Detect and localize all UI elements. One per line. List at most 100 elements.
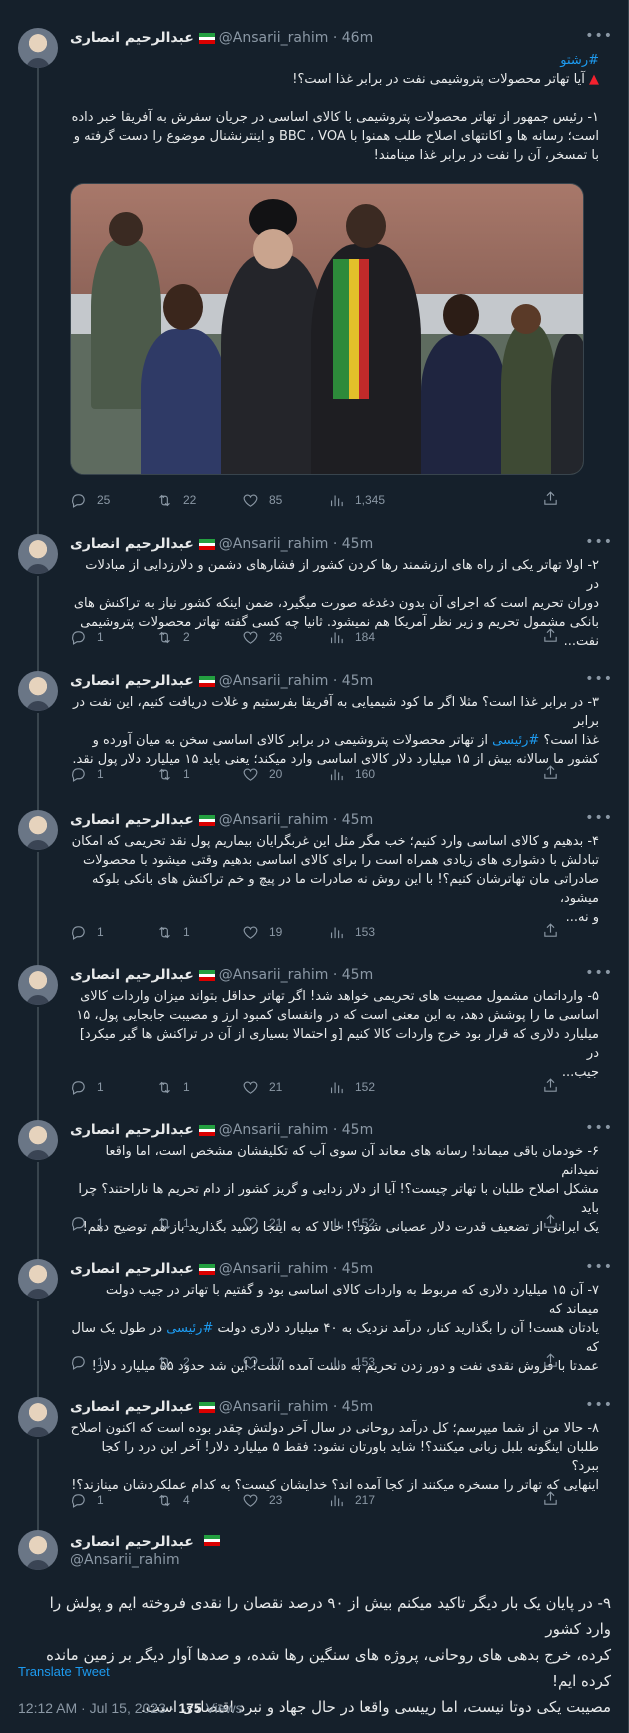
like-button[interactable]: 26 [242, 629, 328, 646]
share-button[interactable] [542, 764, 559, 785]
author-name[interactable]: عبدالرحیم انصاری [70, 967, 194, 983]
author-name[interactable]: عبدالرحیم انصاری [70, 1122, 194, 1138]
tweet-line: طلبان اینگونه بلبل زبانی میکنند؟! شاید ب… [101, 1440, 599, 1474]
author-handle[interactable]: @Ansarii_rahim [219, 673, 329, 689]
tweet-line: دوران تحریم است که اجرای آن بدون دغدغه ص… [73, 596, 599, 611]
retweet-button[interactable]: 1 [156, 1215, 242, 1232]
views-button[interactable]: 153 [328, 1354, 428, 1371]
reply-button[interactable]: 25 [70, 492, 156, 509]
author-name[interactable]: عبدالرحیم انصاری [70, 1261, 194, 1277]
views-button[interactable]: 153 [328, 924, 428, 941]
like-button[interactable]: 85 [242, 492, 328, 509]
analytics-icon [330, 1218, 343, 1229]
avatar[interactable] [18, 28, 58, 68]
more-icon[interactable]: ••• [585, 28, 613, 44]
share-button[interactable] [542, 627, 559, 648]
tweet-time[interactable]: 45m [342, 1122, 373, 1138]
reply-button[interactable]: 1 [70, 1354, 156, 1371]
author-handle[interactable]: @Ansarii_rahim [219, 967, 329, 983]
avatar[interactable] [18, 965, 58, 1005]
avatar[interactable] [18, 1530, 58, 1570]
more-icon[interactable]: ••• [585, 810, 613, 826]
share-button[interactable] [542, 1352, 559, 1373]
thread-line [37, 852, 39, 965]
tweet-time[interactable]: 46m [342, 30, 373, 46]
retweet-button[interactable]: 2 [156, 629, 242, 646]
more-icon[interactable]: ••• [585, 1120, 613, 1136]
tweet-header: عبدالرحیم انصاری @Ansarii_rahim · 45m ••• [70, 1259, 613, 1277]
like-button[interactable]: 21 [242, 1215, 328, 1232]
heart-icon [243, 1081, 258, 1094]
avatar[interactable] [18, 1259, 58, 1299]
more-icon[interactable]: ••• [585, 534, 613, 550]
like-button[interactable]: 19 [242, 924, 328, 941]
views-button[interactable]: 217 [328, 1492, 428, 1509]
share-button[interactable] [542, 922, 559, 943]
author-name[interactable]: عبدالرحیم انصاری [70, 30, 194, 46]
avatar[interactable] [18, 671, 58, 711]
author-name[interactable]: عبدالرحیم انصاری [70, 1399, 194, 1415]
author-handle[interactable]: @Ansarii_rahim [219, 1261, 329, 1277]
tweet-photo[interactable] [70, 183, 584, 475]
reply-button[interactable]: 1 [70, 1215, 156, 1232]
retweet-button[interactable]: 4 [156, 1492, 242, 1509]
author-handle[interactable]: @Ansarii_rahim [219, 1399, 329, 1415]
analytics-icon [330, 1357, 343, 1368]
like-button[interactable]: 17 [242, 1354, 328, 1371]
retweet-button[interactable]: 22 [156, 492, 242, 509]
iran-flag-icon [198, 1263, 215, 1275]
views-button[interactable]: 160 [328, 766, 428, 783]
like-button[interactable]: 21 [242, 1079, 328, 1096]
retweet-button[interactable]: 2 [156, 1354, 242, 1371]
views-button[interactable]: 152 [328, 1079, 428, 1096]
author-name[interactable]: عبدالرحیم انصاری [70, 536, 194, 552]
author-handle[interactable]: @Ansarii_rahim [219, 1122, 329, 1138]
retweet-button[interactable]: 1 [156, 1079, 242, 1096]
reply-button[interactable]: 1 [70, 1492, 156, 1509]
hashtag-link[interactable]: #رئیسی [166, 1321, 213, 1336]
author-name[interactable]: عبدالرحیم انصاری [70, 1534, 194, 1550]
hashtag-link[interactable]: #رئیسی [492, 733, 539, 748]
reply-button[interactable]: 1 [70, 924, 156, 941]
like-button[interactable]: 20 [242, 766, 328, 783]
reply-button[interactable]: 1 [70, 1079, 156, 1096]
author-handle[interactable]: @Ansarii_rahim [70, 1552, 180, 1568]
more-icon[interactable]: ••• [585, 1397, 613, 1413]
author-name[interactable]: عبدالرحیم انصاری [70, 673, 194, 689]
author-handle[interactable]: @Ansarii_rahim [219, 812, 329, 828]
iran-flag-icon [198, 1401, 215, 1413]
tweet-time[interactable]: 45m [342, 1261, 373, 1277]
translate-tweet-link[interactable]: Translate Tweet [18, 1664, 110, 1679]
tweet-time[interactable]: 45m [342, 673, 373, 689]
tweet-actions: 1 2 17 153 [70, 1352, 559, 1372]
retweet-button[interactable]: 1 [156, 766, 242, 783]
views-button[interactable]: 184 [328, 629, 428, 646]
tweet-header: عبدالرحیم انصاری @Ansarii_rahim · 45m ••• [70, 671, 613, 689]
reply-button[interactable]: 1 [70, 629, 156, 646]
more-icon[interactable]: ••• [585, 1259, 613, 1275]
share-button[interactable] [542, 1213, 559, 1234]
tweet-time[interactable]: 45m [342, 536, 373, 552]
tweet-time[interactable]: 45m [342, 1399, 373, 1415]
avatar[interactable] [18, 534, 58, 574]
more-icon[interactable]: ••• [585, 671, 613, 687]
hashtag-link[interactable]: #رشتو [560, 53, 599, 68]
retweet-button[interactable]: 1 [156, 924, 242, 941]
views-button[interactable]: 1,345 [328, 492, 428, 509]
author-name[interactable]: عبدالرحیم انصاری [70, 812, 194, 828]
avatar[interactable] [18, 1397, 58, 1437]
like-button[interactable]: 23 [242, 1492, 328, 1509]
tweet-time[interactable]: 45m [342, 967, 373, 983]
share-button[interactable] [542, 1077, 559, 1098]
avatar[interactable] [18, 810, 58, 850]
avatar[interactable] [18, 1120, 58, 1160]
more-icon[interactable]: ••• [585, 965, 613, 981]
author-handle[interactable]: @Ansarii_rahim [219, 30, 329, 46]
timestamp[interactable]: 12:12 AM · Jul 15, 2023 · [18, 1700, 178, 1716]
share-button[interactable] [542, 1490, 559, 1511]
views-button[interactable]: 152 [328, 1215, 428, 1232]
author-handle[interactable]: @Ansarii_rahim [219, 536, 329, 552]
tweet-time[interactable]: 45m [342, 812, 373, 828]
share-button[interactable] [542, 490, 559, 511]
reply-button[interactable]: 1 [70, 766, 156, 783]
